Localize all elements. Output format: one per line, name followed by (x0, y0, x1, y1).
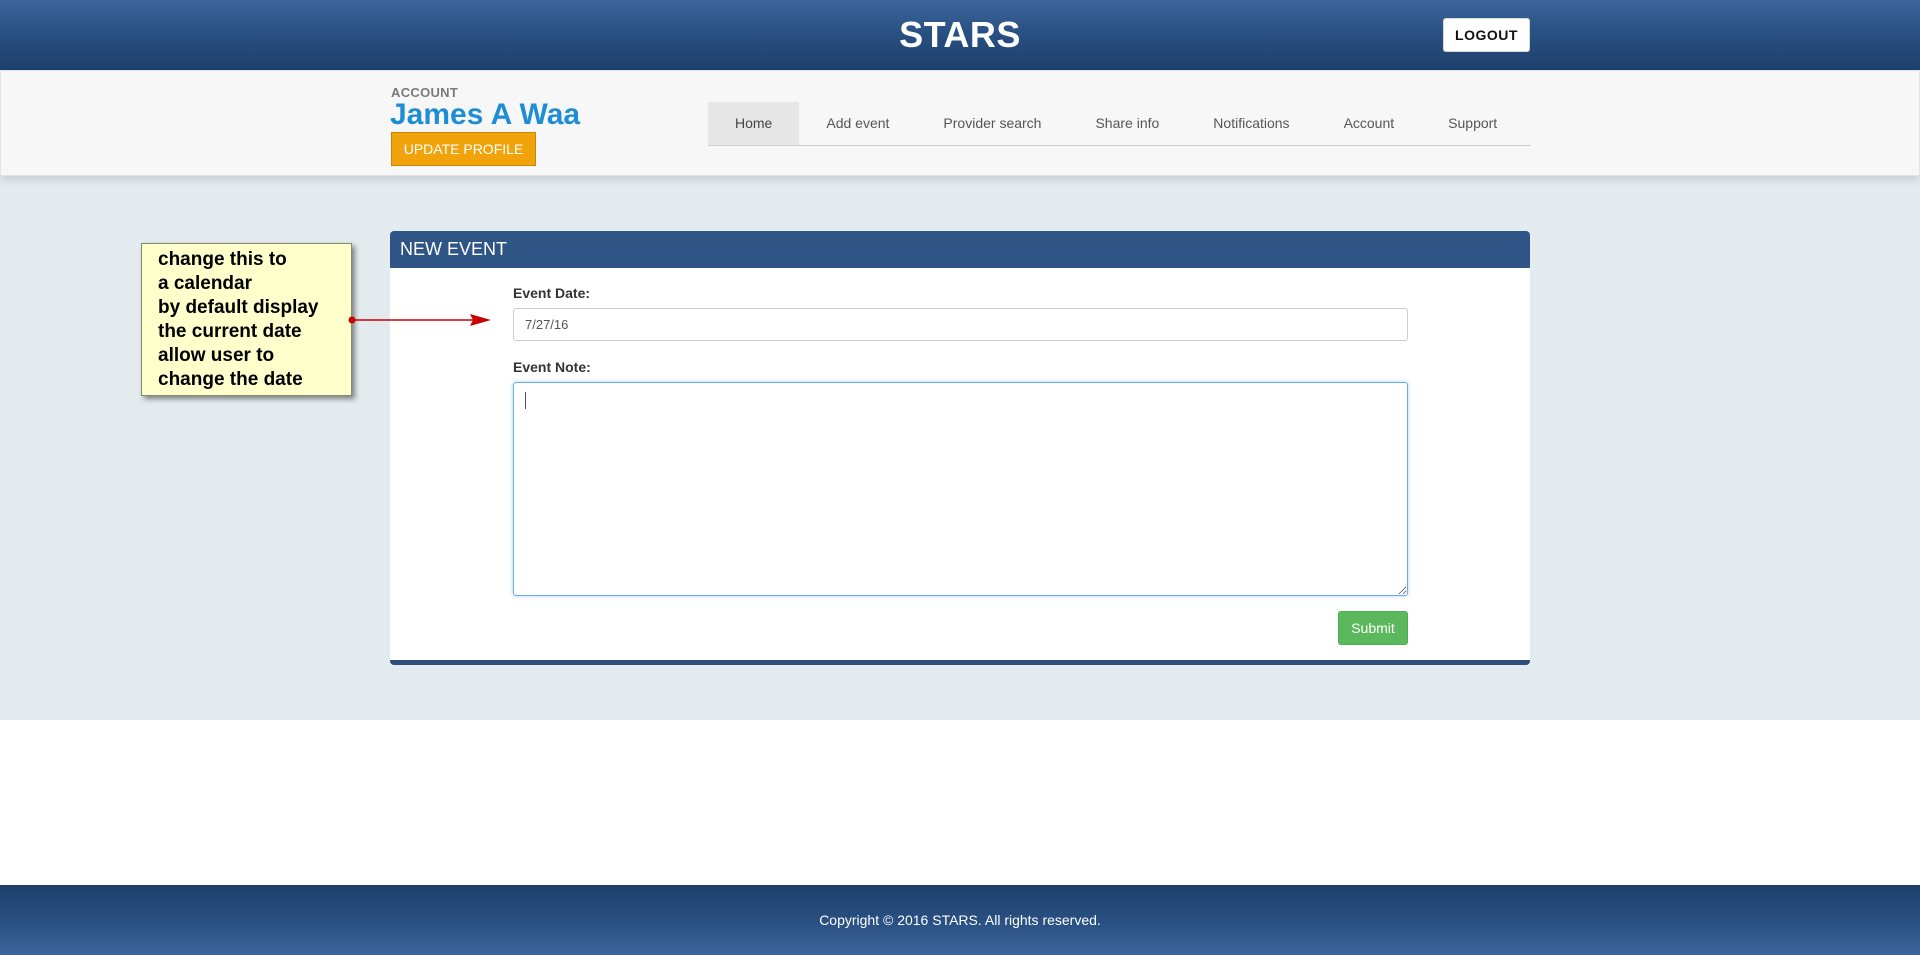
panel-heading: NEW EVENT (390, 231, 1530, 268)
text-caret (525, 392, 526, 409)
event-note-textarea[interactable] (513, 382, 1408, 596)
logout-button[interactable]: LOGOUT (1443, 18, 1530, 52)
tab-notifications[interactable]: Notifications (1186, 102, 1316, 145)
event-date-label: Event Date: (513, 285, 591, 301)
tab-account[interactable]: Account (1317, 102, 1422, 145)
tab-support[interactable]: Support (1421, 102, 1524, 145)
new-event-panel: NEW EVENT Event Date: Event Note: Submit (390, 231, 1530, 665)
tab-home[interactable]: Home (708, 102, 800, 145)
tab-provider-search[interactable]: Provider search (916, 102, 1068, 145)
red-arrow-icon (348, 314, 491, 326)
copyright-text: Copyright © 2016 STARS. All rights reser… (819, 912, 1101, 928)
callout-line: allow user to (158, 345, 275, 366)
account-name: James A Waa (390, 98, 581, 131)
callout-line: by default display (158, 297, 319, 318)
footer: Copyright © 2016 STARS. All rights reser… (0, 885, 1920, 955)
event-date-input[interactable] (513, 308, 1408, 341)
main-nav: Home Add event Provider search Share inf… (708, 102, 1531, 146)
callout-line: a calendar (158, 273, 252, 294)
submit-button[interactable]: Submit (1338, 611, 1408, 645)
event-note-label: Event Note: (513, 359, 591, 375)
tab-share-info[interactable]: Share info (1068, 102, 1186, 145)
header-panel: ACCOUNT James A Waa UPDATE PROFILE Home … (0, 70, 1920, 176)
callout-line: change this to (158, 249, 287, 270)
update-profile-button[interactable]: UPDATE PROFILE (391, 132, 536, 166)
top-bar: STARS LOGOUT (0, 0, 1920, 70)
annotation-callout: change this to a calendar by default dis… (141, 243, 352, 396)
tab-add-event[interactable]: Add event (799, 102, 916, 145)
callout-line: change the date (158, 369, 303, 390)
app-title: STARS (899, 14, 1021, 55)
callout-line: the current date (158, 321, 302, 342)
